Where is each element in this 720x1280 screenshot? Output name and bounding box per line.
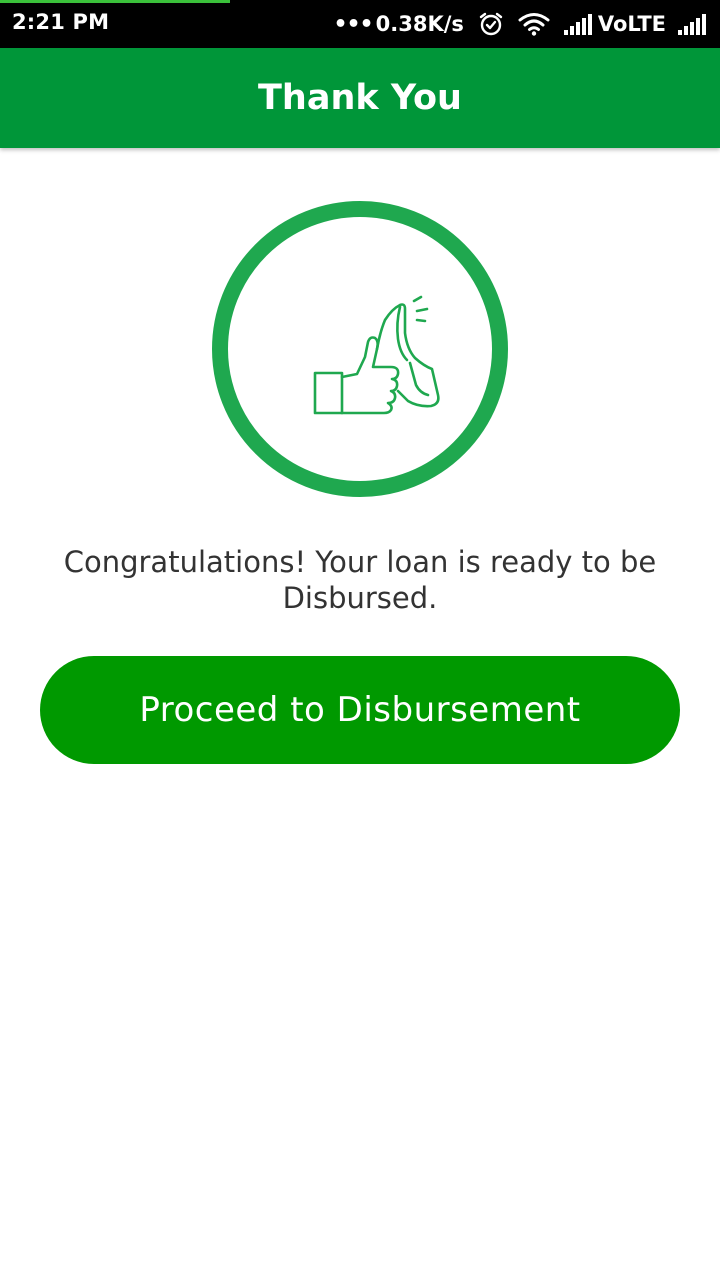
proceed-to-disbursement-button[interactable]: Proceed to Disbursement [40, 656, 680, 764]
notification-dots: ••• [333, 11, 373, 37]
wifi-icon [518, 12, 550, 36]
success-ring [212, 201, 508, 497]
thumbs-up-icon [313, 295, 440, 415]
network-speed: 0.38K/s [375, 12, 464, 36]
signal-icon [678, 13, 708, 35]
alarm-icon [478, 11, 504, 37]
status-bar: 2:21 PM ••• 0.38K/s VoLTE [0, 0, 720, 48]
status-time: 2:21 PM [12, 10, 110, 34]
volte-label: VoLTE [597, 12, 666, 36]
page-load-progress [0, 0, 231, 3]
confirmation-message: Congratulations! Your loan is ready to b… [63, 545, 657, 615]
app-bar: Thank You [0, 48, 720, 148]
page-title: Thank You [258, 78, 462, 118]
status-indicators: ••• 0.38K/s VoLTE [333, 9, 708, 39]
signal-icon [563, 13, 594, 35]
